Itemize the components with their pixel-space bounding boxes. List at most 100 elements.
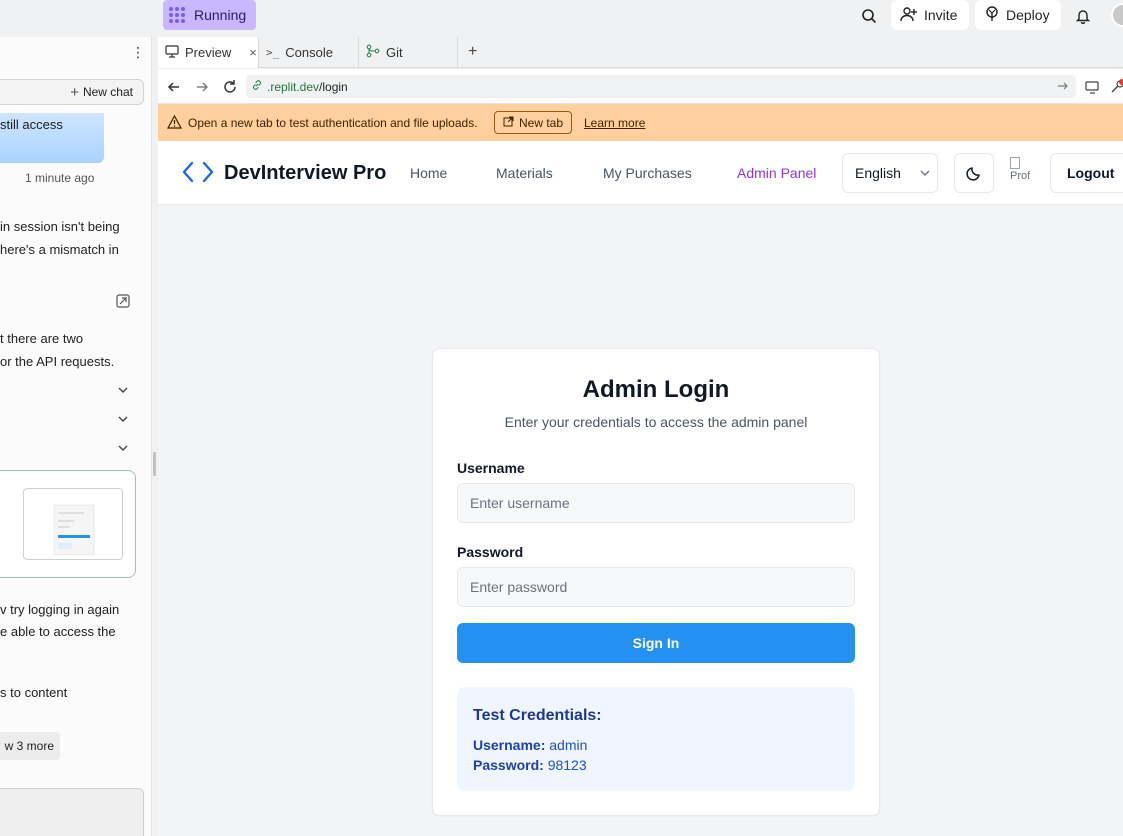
nav-admin-panel[interactable]: Admin Panel bbox=[737, 165, 816, 181]
password-label: Password bbox=[457, 544, 524, 560]
preview-url-bar: .replit.dev/login bbox=[158, 69, 1123, 104]
top-bar: Running Invite Deploy bbox=[0, 0, 1123, 37]
panel-resize-handle[interactable] bbox=[153, 452, 156, 476]
git-icon bbox=[366, 44, 380, 61]
code-brackets-icon bbox=[182, 161, 214, 186]
profile-alt-text: Prof bbox=[1010, 170, 1031, 182]
banner-text: Open a new tab to test authentication an… bbox=[188, 116, 478, 130]
username-input[interactable] bbox=[457, 483, 855, 523]
external-link-icon bbox=[503, 116, 514, 130]
url-path: /login bbox=[319, 79, 348, 94]
show-more-button[interactable]: w 3 more bbox=[0, 732, 60, 760]
user-message-bubble: still access bbox=[0, 113, 104, 163]
deploy-icon bbox=[984, 5, 1000, 25]
run-icon bbox=[169, 6, 186, 24]
chat-input[interactable] bbox=[0, 788, 144, 836]
tab-git[interactable]: Git bbox=[359, 37, 458, 68]
test-username-line: Username: admin bbox=[473, 737, 587, 753]
sign-in-button[interactable]: Sign In bbox=[457, 623, 855, 663]
app-navbar: DevInterview Pro Home Materials My Purch… bbox=[158, 141, 1123, 205]
tab-preview[interactable]: Preview × bbox=[158, 37, 259, 68]
devices-icon[interactable] bbox=[1085, 79, 1101, 95]
login-subtitle: Enter your credentials to access the adm… bbox=[504, 414, 808, 430]
agent-message-text: s to content bbox=[0, 685, 68, 700]
nav-materials[interactable]: Materials bbox=[496, 165, 553, 181]
tab-label: Console bbox=[285, 45, 333, 60]
login-title: Admin Login bbox=[582, 376, 730, 403]
terminal-icon: >_ bbox=[266, 46, 280, 59]
test-password-key: Password: bbox=[473, 757, 544, 773]
test-password-line: Password: 98123 bbox=[473, 757, 587, 773]
user-avatar[interactable] bbox=[1111, 3, 1123, 27]
language-select[interactable]: English bbox=[842, 153, 938, 193]
test-username-value: admin bbox=[549, 737, 588, 753]
agent-message-text: v try logging in again bbox=[0, 602, 120, 617]
agent-message-text: or the API requests. bbox=[0, 354, 115, 369]
broken-image-icon bbox=[1010, 157, 1020, 169]
open-external-icon[interactable] bbox=[116, 294, 130, 311]
agent-message-text: here's a mismatch in bbox=[0, 242, 119, 257]
chevron-down-icon[interactable] bbox=[117, 442, 129, 454]
brand-name: DevInterview Pro bbox=[224, 162, 387, 184]
agent-message-text: e able to access the bbox=[0, 624, 116, 639]
close-icon[interactable]: × bbox=[249, 45, 257, 60]
chat-panel-header: ⋮ bbox=[0, 37, 151, 69]
invite-label: Invite bbox=[924, 7, 958, 23]
forward-icon[interactable] bbox=[194, 79, 210, 95]
password-input[interactable] bbox=[457, 567, 855, 607]
profile-image[interactable]: Prof bbox=[1010, 157, 1044, 189]
chat-panel: ⋮ + New chat still access 1 minute ago i… bbox=[0, 37, 152, 836]
url-host: .replit.dev bbox=[267, 79, 320, 94]
language-value: English bbox=[855, 165, 901, 181]
add-tab-button[interactable]: + bbox=[468, 43, 477, 61]
admin-login-card: Admin Login Enter your credentials to ac… bbox=[432, 348, 880, 816]
agent-message-text: in session isn't being bbox=[0, 219, 120, 234]
go-arrow-icon[interactable] bbox=[1057, 80, 1069, 92]
warning-icon bbox=[166, 114, 183, 132]
link-icon bbox=[251, 79, 263, 94]
run-button-label: Running bbox=[194, 7, 247, 23]
tab-label: Preview bbox=[185, 45, 232, 60]
new-chat-label: New chat bbox=[82, 85, 133, 99]
chevron-down-icon[interactable] bbox=[117, 413, 129, 425]
add-user-icon bbox=[900, 6, 918, 25]
new-tab-label: New tab bbox=[519, 115, 564, 130]
nav-my-purchases[interactable]: My Purchases bbox=[603, 165, 692, 181]
nav-home[interactable]: Home bbox=[410, 165, 447, 181]
brand-logo[interactable]: DevInterview Pro bbox=[182, 161, 386, 186]
username-label: Username bbox=[457, 460, 525, 476]
logout-label: Logout bbox=[1067, 165, 1115, 181]
show-more-label: w 3 more bbox=[4, 739, 54, 753]
chevron-down-icon bbox=[920, 170, 930, 176]
test-credentials-box: Test Credentials: Username: admin Passwo… bbox=[457, 687, 855, 791]
info-banner: Open a new tab to test authentication an… bbox=[158, 104, 1123, 141]
test-username-key: Username: bbox=[473, 737, 546, 753]
search-icon[interactable] bbox=[859, 6, 879, 26]
monitor-icon bbox=[165, 44, 179, 61]
more-options-icon[interactable]: ⋮ bbox=[131, 44, 145, 61]
moon-icon bbox=[966, 167, 980, 181]
new-chat-button[interactable]: + New chat bbox=[0, 79, 144, 105]
url-field[interactable]: .replit.dev/login bbox=[246, 75, 1076, 98]
invite-button[interactable]: Invite bbox=[891, 0, 969, 30]
tab-console[interactable]: >_ Console bbox=[259, 37, 359, 68]
chevron-down-icon[interactable] bbox=[117, 384, 129, 396]
message-timestamp: 1 minute ago bbox=[25, 171, 95, 185]
agent-message-text: t there are two bbox=[0, 331, 84, 346]
back-icon[interactable] bbox=[166, 79, 182, 95]
run-button[interactable]: Running bbox=[163, 0, 256, 30]
reload-icon[interactable] bbox=[222, 79, 238, 95]
test-credentials-title: Test Credentials: bbox=[473, 707, 602, 724]
screenshot-thumbnail[interactable] bbox=[23, 488, 123, 560]
app-preview: DevInterview Pro Home Materials My Purch… bbox=[158, 141, 1123, 836]
learn-more-link[interactable]: Learn more bbox=[584, 116, 645, 130]
new-tab-button[interactable]: New tab bbox=[494, 111, 573, 134]
theme-toggle-button[interactable] bbox=[954, 153, 994, 193]
deploy-label: Deploy bbox=[1006, 7, 1050, 23]
plus-icon: + bbox=[70, 83, 79, 101]
deploy-button[interactable]: Deploy bbox=[975, 0, 1061, 30]
bell-icon[interactable] bbox=[1073, 6, 1093, 26]
devtools-icon[interactable] bbox=[1109, 79, 1123, 95]
logout-button[interactable]: Logout bbox=[1050, 153, 1123, 193]
tab-label: Git bbox=[386, 45, 403, 60]
